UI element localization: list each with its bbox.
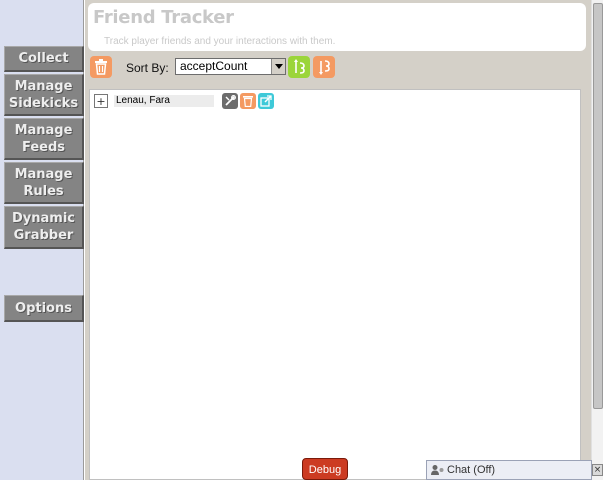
collect-label: Collect <box>18 51 69 66</box>
wrench-icon <box>225 95 236 106</box>
dynamic-grabber-label-2: Grabber <box>13 228 74 243</box>
sort-ascending-button[interactable] <box>288 56 310 78</box>
sort-by-label: Sort By: <box>126 61 169 75</box>
friend-name: Lenau, Fara <box>114 95 214 107</box>
scrollbar-thumb[interactable] <box>593 3 603 409</box>
main-panel: Friend Tracker Track player friends and … <box>85 0 591 480</box>
trash-icon <box>243 96 253 107</box>
options-button[interactable]: Options <box>4 295 84 322</box>
dynamic-grabber-label-1: Dynamic <box>11 211 75 226</box>
manage-rules-label-2: Rules <box>23 183 64 199</box>
chat-user-icon <box>431 465 444 475</box>
sort-ascending-icon <box>294 59 305 74</box>
external-link-icon <box>260 95 272 107</box>
sort-descending-icon <box>319 60 330 75</box>
manage-feeds-label-1: Manage <box>14 122 73 138</box>
sort-by-select[interactable]: acceptCount <box>175 58 286 75</box>
manage-rules-button[interactable]: Manage Rules <box>4 162 84 204</box>
chat-bar[interactable]: Chat (Off) <box>426 460 592 480</box>
sort-by-value: acceptCount <box>180 59 248 73</box>
options-label: Options <box>15 300 72 316</box>
page-title: Friend Tracker <box>93 7 234 28</box>
collect-button[interactable]: Collect <box>4 46 84 72</box>
manage-rules-label-1: Manage <box>14 166 73 182</box>
close-icon[interactable]: × <box>592 464 603 476</box>
dynamic-grabber-button[interactable]: Dynamic Grabber <box>4 206 84 249</box>
friend-delete-button[interactable] <box>240 93 256 109</box>
debug-button[interactable]: Debug <box>302 458 348 480</box>
header: Friend Tracker Track player friends and … <box>88 3 586 51</box>
chat-label: Chat (Off) <box>447 464 496 476</box>
friend-settings-button[interactable] <box>222 93 238 109</box>
chevron-down-icon <box>271 59 285 74</box>
manage-feeds-label-2: Feeds <box>21 139 66 155</box>
manage-feeds-button[interactable]: Manage Feeds <box>4 118 84 160</box>
friend-list: + Lenau, Fara <box>89 89 581 480</box>
manage-sidekicks-button[interactable]: Manage Sidekicks <box>4 74 84 116</box>
expand-icon[interactable]: + <box>94 94 108 108</box>
delete-all-button[interactable] <box>90 56 112 78</box>
page-subtitle: Track player friends and your interactio… <box>104 36 336 47</box>
trash-icon <box>95 59 107 75</box>
manage-sidekicks-label-1: Manage <box>14 78 73 94</box>
sort-descending-button[interactable] <box>313 56 335 78</box>
scrollbar[interactable] <box>591 0 603 480</box>
friend-open-button[interactable] <box>258 93 274 109</box>
manage-sidekicks-label-2: Sidekicks <box>8 95 79 111</box>
